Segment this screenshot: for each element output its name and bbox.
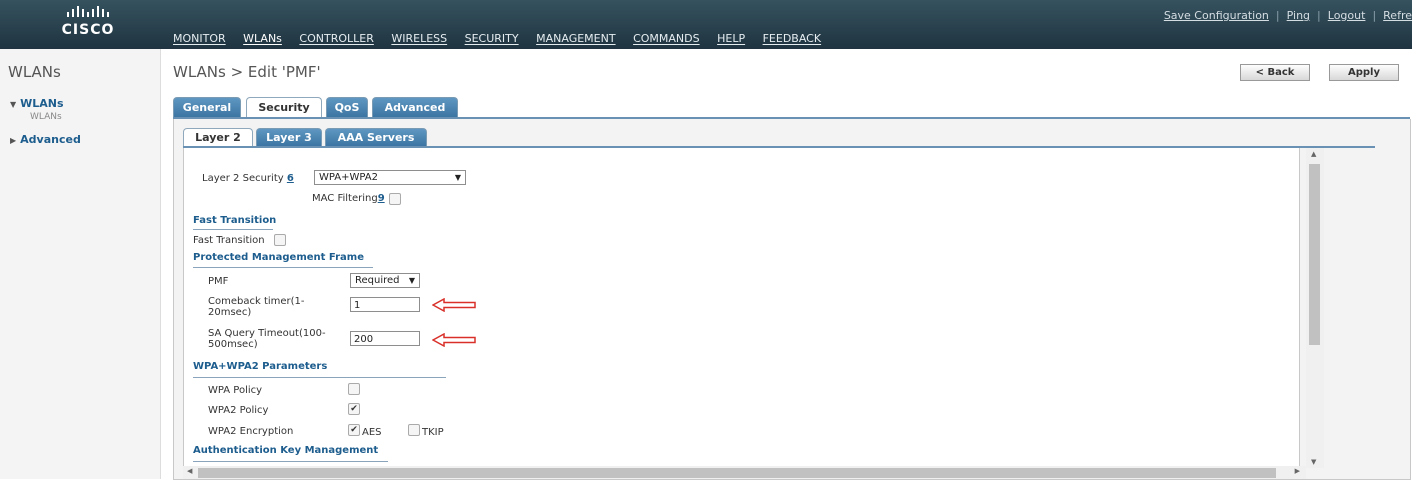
sidebar-subitem-wlans[interactable]: WLANs bbox=[30, 112, 62, 122]
pmf-section: Protected Management Frame bbox=[193, 252, 364, 263]
comeback-timer-input[interactable]: 1 bbox=[350, 297, 420, 312]
apply-button[interactable]: Apply bbox=[1329, 64, 1399, 81]
l2-security-value: WPA+WPA2 bbox=[319, 172, 378, 183]
back-button[interactable]: < Back bbox=[1240, 64, 1310, 81]
comeback-timer-label-line2: 20msec) bbox=[208, 307, 252, 318]
layer2-panel: Layer 2 Security 6 WPA+WPA2 ▼ MAC Filter… bbox=[183, 148, 1300, 469]
sidebar-item-advanced[interactable]: ▶ Advanced bbox=[10, 133, 81, 146]
logout-link[interactable]: Logout bbox=[1328, 9, 1366, 22]
fast-transition-label: Fast Transition bbox=[193, 235, 265, 246]
tab-qos[interactable]: QoS bbox=[326, 97, 368, 118]
menu-wireless[interactable]: WIRELESS bbox=[391, 32, 447, 45]
fast-transition-section: Fast Transition bbox=[193, 215, 277, 226]
aes-label: AES bbox=[362, 427, 382, 438]
cisco-wordmark: CISCO bbox=[61, 22, 115, 38]
cisco-logo-icon bbox=[48, 6, 128, 21]
l2-security-row: Layer 2 Security 6 bbox=[202, 173, 294, 184]
sidebar: WLANs ▼ WLANs WLANs ▶ Advanced bbox=[0, 49, 161, 479]
comeback-timer-label-line1: Comeback timer(1- bbox=[208, 296, 305, 307]
refresh-link[interactable]: Refre bbox=[1383, 9, 1412, 22]
mac-filtering-label: MAC Filtering bbox=[312, 193, 378, 204]
pmf-select[interactable]: Required ▼ bbox=[350, 273, 420, 288]
mac-filtering-row: MAC Filtering9 bbox=[312, 193, 385, 204]
sidebar-item-label: Advanced bbox=[20, 133, 81, 146]
l2-security-select[interactable]: WPA+WPA2 ▼ bbox=[314, 170, 466, 185]
scroll-down-arrow-icon[interactable]: ▼ bbox=[1311, 458, 1316, 466]
vertical-scrollbar[interactable]: ▲ ▼ bbox=[1306, 148, 1324, 468]
sidebar-item-wlans[interactable]: ▼ WLANs bbox=[10, 97, 64, 110]
top-header-bar: CISCO MONITOR WLANs CONTROLLER WIRELESS … bbox=[0, 0, 1412, 49]
mac-filtering-checkbox[interactable] bbox=[389, 193, 401, 205]
link-separator: | bbox=[1275, 9, 1280, 22]
sa-query-label-line2: 500msec) bbox=[208, 339, 258, 350]
sa-query-label-line1: SA Query Timeout(100- bbox=[208, 328, 326, 339]
wpa2-policy-label: WPA2 Policy bbox=[208, 405, 269, 416]
sidebar-item-label: WLANs bbox=[20, 97, 64, 110]
tab-security[interactable]: Security bbox=[246, 97, 322, 118]
menu-feedback[interactable]: FEEDBACK bbox=[763, 32, 821, 45]
mac-filtering-help-link[interactable]: 9 bbox=[378, 193, 385, 204]
subtab-layer3[interactable]: Layer 3 bbox=[256, 128, 322, 147]
tkip-label: TKIP bbox=[422, 427, 444, 438]
fast-transition-checkbox[interactable] bbox=[274, 234, 286, 246]
subtab-aaa-servers[interactable]: AAA Servers bbox=[325, 128, 427, 147]
tab-advanced[interactable]: Advanced bbox=[372, 97, 458, 118]
section-rule bbox=[193, 229, 273, 230]
section-rule bbox=[193, 267, 373, 268]
menu-commands[interactable]: COMMANDS bbox=[633, 32, 700, 45]
save-configuration-link[interactable]: Save Configuration bbox=[1164, 9, 1269, 22]
l2-security-label: Layer 2 Security bbox=[202, 173, 284, 184]
link-separator: | bbox=[1372, 9, 1377, 22]
main-menu: MONITOR WLANs CONTROLLER WIRELESS SECURI… bbox=[173, 32, 835, 45]
dropdown-caret-icon: ▼ bbox=[454, 173, 461, 182]
tkip-checkbox[interactable] bbox=[408, 424, 420, 436]
scroll-up-arrow-icon[interactable]: ▲ bbox=[1311, 150, 1316, 158]
aes-checkbox[interactable]: ✔ bbox=[348, 424, 360, 436]
red-arrow-icon bbox=[432, 298, 476, 312]
section-rule bbox=[193, 461, 388, 462]
wpa-policy-label: WPA Policy bbox=[208, 385, 263, 396]
menu-management[interactable]: MANAGEMENT bbox=[536, 32, 615, 45]
l2-security-help-link[interactable]: 6 bbox=[287, 173, 294, 184]
menu-monitor[interactable]: MONITOR bbox=[173, 32, 226, 45]
page-title: WLANs > Edit 'PMF' bbox=[173, 63, 321, 81]
section-rule bbox=[193, 377, 446, 378]
pmf-value: Required bbox=[355, 275, 400, 286]
sidebar-title: WLANs bbox=[8, 63, 61, 81]
sa-query-label: SA Query Timeout(100- 500msec) bbox=[208, 328, 326, 350]
ping-link[interactable]: Ping bbox=[1287, 9, 1310, 22]
top-links: Save Configuration | Ping | Logout | Refre bbox=[1164, 9, 1412, 22]
comeback-timer-label: Comeback timer(1- 20msec) bbox=[208, 296, 305, 318]
wpa-policy-checkbox[interactable] bbox=[348, 383, 360, 395]
menu-security[interactable]: SECURITY bbox=[465, 32, 519, 45]
wpa2-policy-checkbox[interactable]: ✔ bbox=[348, 403, 360, 415]
cisco-logo: CISCO bbox=[48, 6, 128, 38]
scroll-left-arrow-icon[interactable]: ◀ bbox=[187, 467, 192, 475]
vertical-scroll-thumb[interactable] bbox=[1309, 164, 1320, 345]
link-separator: | bbox=[1317, 9, 1321, 22]
expanded-triangle-icon: ▼ bbox=[10, 100, 17, 109]
akm-section: Authentication Key Management bbox=[193, 445, 379, 456]
menu-help[interactable]: HELP bbox=[717, 32, 745, 45]
horizontal-scroll-thumb[interactable] bbox=[198, 468, 1276, 478]
collapsed-triangle-icon: ▶ bbox=[10, 136, 17, 145]
wpa-params-section: WPA+WPA2 Parameters bbox=[193, 361, 328, 372]
scroll-right-arrow-icon[interactable]: ▶ bbox=[1295, 467, 1300, 475]
menu-controller[interactable]: CONTROLLER bbox=[299, 32, 373, 45]
menu-wlans[interactable]: WLANs bbox=[243, 32, 282, 45]
pmf-label: PMF bbox=[208, 276, 229, 287]
dropdown-caret-icon: ▼ bbox=[408, 276, 415, 285]
horizontal-scrollbar[interactable]: ◀ ▶ bbox=[183, 466, 1306, 479]
subtab-layer2[interactable]: Layer 2 bbox=[183, 128, 253, 147]
sa-query-timeout-input[interactable]: 200 bbox=[350, 331, 420, 346]
wpa2-encryption-label: WPA2 Encryption bbox=[208, 426, 294, 437]
red-arrow-icon bbox=[432, 333, 476, 347]
tab-general[interactable]: General bbox=[173, 97, 241, 118]
